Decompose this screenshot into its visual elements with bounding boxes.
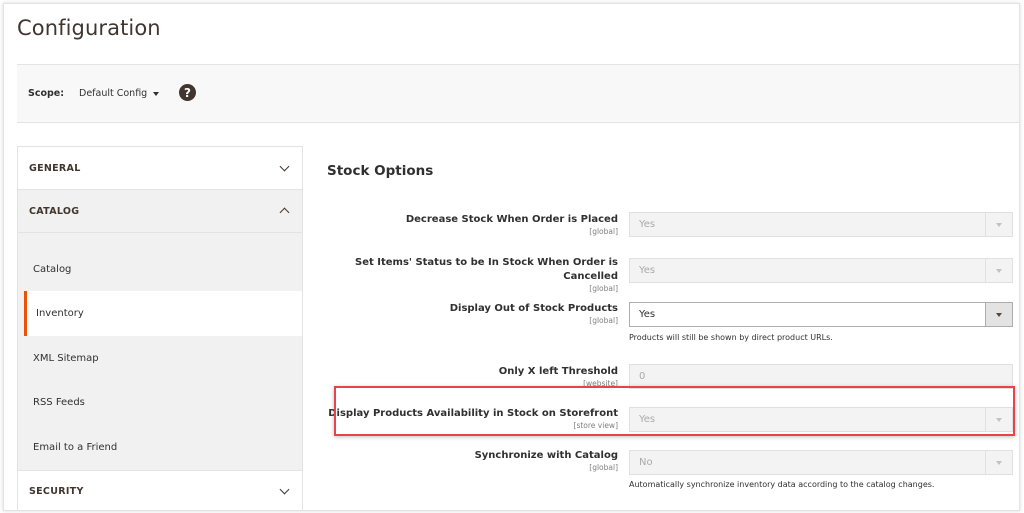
field-scope: [global] <box>589 284 618 293</box>
sidebar-item-label: Inventory <box>36 308 84 319</box>
sidebar-item-email-to-a-friend[interactable]: Email to a Friend <box>18 424 302 470</box>
select-arrow <box>985 259 1012 282</box>
section-title: Stock Options <box>327 163 434 179</box>
select-arrow <box>985 451 1012 474</box>
select-value: Yes <box>639 219 656 230</box>
caret-down-icon <box>996 268 1002 273</box>
field-label-text: Decrease Stock When Order is Placed <box>405 214 618 225</box>
sidebar-section-title: SECURITY <box>29 486 84 497</box>
field-label-text: Display Products Availability in Stock o… <box>328 408 618 419</box>
synchronize-catalog-select[interactable]: No <box>629 450 1013 475</box>
sidebar-section-title: CATALOG <box>29 205 80 217</box>
sidebar-item-label: RSS Feeds <box>33 396 85 408</box>
select-value: Yes <box>639 265 656 276</box>
sidebar-section-catalog[interactable]: CATALOG <box>17 189 303 232</box>
field-scope: [global] <box>589 463 618 472</box>
field-scope: [global] <box>589 316 618 325</box>
display-availability-select[interactable]: Yes <box>629 407 1013 432</box>
field-note: Products will still be shown by direct p… <box>629 333 833 342</box>
field-label: Synchronize with Catalog [global] <box>318 449 618 473</box>
catalog-sub-list: Catalog Inventory XML Sitemap RSS Feeds … <box>17 232 303 470</box>
chevron-up-icon <box>279 207 290 218</box>
scope-label: Scope: <box>28 88 65 99</box>
chevron-down-icon <box>279 161 290 171</box>
sidebar-item-label: XML Sitemap <box>33 352 99 364</box>
field-label: Display Out of Stock Products [global] <box>318 302 618 326</box>
field-scope: [store view] <box>573 421 618 430</box>
select-value: No <box>639 457 653 468</box>
field-label-text: Cancelled <box>563 271 618 282</box>
input-value: 0 <box>639 371 646 382</box>
field-label: Display Products Availability in Stock o… <box>278 407 618 431</box>
set-items-status-select[interactable]: Yes <box>629 258 1013 283</box>
scope-bar: Scope: Default Config ? <box>17 64 1019 123</box>
admin-window: Configuration Scope: Default Config ? GE… <box>3 3 1020 511</box>
sidebar-item-catalog[interactable]: Catalog <box>18 233 302 291</box>
field-label: Set Items' Status to be In Stock When Or… <box>318 256 618 294</box>
config-sidebar: GENERAL CATALOG Catalog Inventory XML Si… <box>17 146 303 510</box>
sidebar-section-title: GENERAL <box>29 162 81 174</box>
select-value: Yes <box>639 414 656 425</box>
caret-down-icon <box>996 312 1002 317</box>
select-arrow <box>985 303 1012 326</box>
sidebar-item-rss-feeds[interactable]: RSS Feeds <box>18 380 302 424</box>
field-label-text: Set Items' Status to be In Stock When Or… <box>355 257 618 268</box>
field-label-text: Display Out of Stock Products <box>449 303 618 314</box>
select-arrow <box>985 408 1012 431</box>
select-value: Yes <box>639 309 656 320</box>
caret-down-icon <box>153 91 160 96</box>
caret-down-icon <box>996 417 1002 422</box>
select-arrow <box>985 213 1012 236</box>
display-out-of-stock-select[interactable]: Yes <box>629 302 1013 327</box>
only-x-left-input[interactable]: 0 <box>629 364 1013 389</box>
sidebar-item-inventory[interactable]: Inventory <box>24 291 302 336</box>
question-circle-icon[interactable]: ? <box>179 84 196 101</box>
field-label-text: Synchronize with Catalog <box>474 450 618 461</box>
field-note: Automatically synchronize inventory data… <box>629 480 935 489</box>
sidebar-item-label: Email to a Friend <box>33 441 118 453</box>
field-scope: [website] <box>583 379 618 388</box>
chevron-down-icon <box>279 484 290 495</box>
page-title: Configuration <box>17 16 161 40</box>
scope-value: Default Config <box>79 88 148 99</box>
field-scope: [global] <box>589 227 618 236</box>
field-label-text: Only X left Threshold <box>498 366 618 377</box>
sidebar-item-label: Catalog <box>33 263 72 275</box>
field-label: Decrease Stock When Order is Placed [glo… <box>318 213 618 237</box>
sidebar-section-general[interactable]: GENERAL <box>17 146 303 189</box>
sidebar-item-xml-sitemap[interactable]: XML Sitemap <box>18 336 302 380</box>
field-label: Only X left Threshold [website] <box>318 365 618 389</box>
sidebar-section-security[interactable]: SECURITY <box>17 470 303 510</box>
decrease-stock-select[interactable]: Yes <box>629 212 1013 237</box>
scope-switcher[interactable]: Default Config <box>79 88 160 99</box>
caret-down-icon <box>996 222 1002 227</box>
caret-down-icon <box>996 460 1002 465</box>
